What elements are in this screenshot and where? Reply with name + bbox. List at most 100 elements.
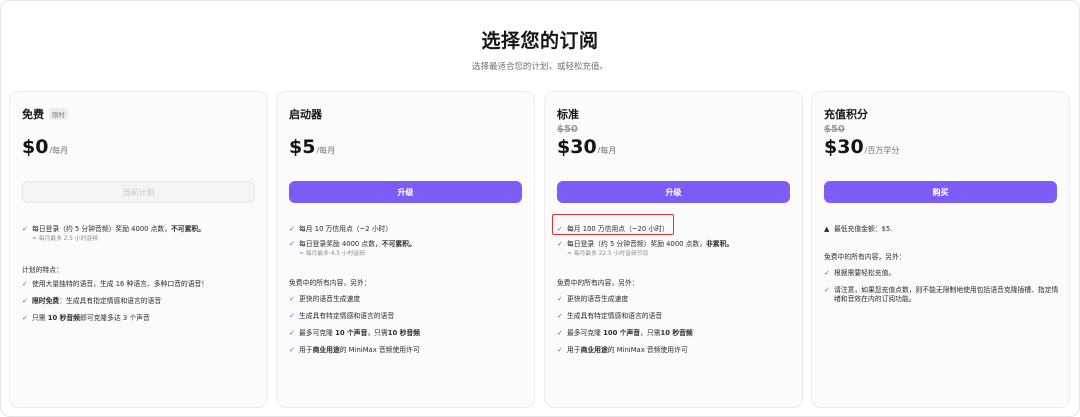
check-icon: ✓ [289, 225, 295, 233]
feature-text-part: 的 MiniMax 音频使用许可 [339, 346, 420, 354]
original-price: $50 [824, 124, 845, 135]
list-item: ✓ 每月 100 万信用点（~20 小时） [557, 225, 795, 234]
list-item: ✓ 用于商业用途的 MiniMax 音频使用许可 [289, 346, 527, 355]
feature-text-bold: 10 秒音频 [387, 329, 420, 337]
feature-text: 只需 10 秒音频即可克隆多达 3 个声音 [32, 314, 150, 323]
plan-card-topup: 充值积分 $50 $30 /百万学分 购买 ▲ 最低充值金额：$5. 免费中的所… [811, 91, 1070, 408]
feature-text-bold: 不可累积。 [171, 225, 205, 233]
check-icon: ✓ [557, 346, 563, 354]
upgrade-button[interactable]: 升级 [289, 181, 522, 203]
plan-period: /每月 [316, 146, 336, 155]
feature-text: 每月 10 万信用点（~2 小时） [299, 225, 393, 233]
check-icon: ✓ [22, 280, 28, 288]
plan-price: $30 [557, 136, 597, 158]
feature-text-part: 最多可克隆 [299, 329, 336, 337]
list-item: ✓ 每日登录（约 5 分钟音频）奖励 4000 点数，不可累积。 [22, 225, 260, 234]
plan-name: 启动器 [289, 108, 322, 121]
page-title: 选择您的订阅 [481, 30, 599, 52]
feature-text: 最低充值金额：$5. [834, 225, 893, 233]
feature-text-part: ：生成具有指定情感和语言的语音 [59, 297, 162, 305]
list-item: ✓ 只需 10 秒音频即可克隆多达 3 个声音 [22, 314, 260, 323]
feature-text: 最多可克隆 100 个声音，只需10 秒音频 [567, 329, 693, 338]
feature-text-part: 用于 [299, 346, 313, 354]
original-price: $50 [557, 124, 578, 135]
plan-price: $5 [289, 136, 316, 158]
list-item: ▲ 最低充值金额：$5. [824, 225, 1062, 234]
list-item: ✓ 使用大量独特的语音，生成 16 种语言、多种口音的语音！ [22, 280, 260, 289]
check-icon: ✓ [824, 286, 830, 294]
feature-text-part: 的 MiniMax 音频使用许可 [607, 346, 688, 354]
list-item: ✓ 请注意，如果您充值点数，则不能无限制地使用包括语音克隆插槽、指定情绪和音效在… [824, 286, 1062, 304]
feature-note: ≈ 每月最多 2.5 小时音频 [32, 236, 98, 242]
feature-text-bold: 非累积。 [706, 240, 734, 248]
feature-list: ✓ 每月 10 万信用点（~2 小时） ✓ 每日登录奖励 4000 点数，不可累… [289, 225, 527, 258]
check-icon: ✓ [557, 312, 563, 320]
check-icon: ✓ [557, 240, 563, 248]
extras-list: ✓ 更快的语音生成速度 ✓ 生成具有特定情感和语言的语音 ✓ 最多可克隆 10 … [289, 295, 527, 355]
buy-button[interactable]: 购买 [824, 181, 1057, 203]
feature-text: 每日登录（约 5 分钟音频）奖励 4000 点数，不可累积。 [32, 225, 205, 234]
feature-text: 生成具有特定情感和语言的语音 [299, 312, 395, 320]
feature-text-bold: 10 秒音频 [47, 314, 80, 322]
plan-card-starter: 启动器 $5 /每月 升级 ✓ 每月 10 万信用点（~2 小时） ✓ 每日登录… [276, 91, 535, 408]
feature-text-part: 用于 [567, 346, 581, 354]
extras-list: ✓ 使用大量独特的语音，生成 16 种语言、多种口音的语音！ ✓ 限时免费：生成… [22, 280, 260, 323]
feature-text: 请注意，如果您充值点数，则不能无限制地使用包括语音克隆插槽、指定情绪和音效在内的… [834, 286, 1059, 303]
current-plan-button[interactable]: 当前计划 [22, 181, 255, 203]
plan-period: /每月 [597, 146, 617, 155]
check-icon: ✓ [289, 346, 295, 354]
list-item: ✓ 更快的语音生成速度 [289, 295, 527, 304]
feature-text: 最多可克隆 10 个声音，只需10 秒音频 [299, 329, 420, 338]
feature-list: ▲ 最低充值金额：$5. [824, 225, 1062, 234]
feature-text: 根据需要轻松充值。 [834, 269, 896, 277]
plan-period: /百万学分 [864, 146, 900, 155]
check-icon: ✓ [289, 329, 295, 337]
check-icon: ✓ [557, 295, 563, 303]
feature-text-bold: 100 个声音 [603, 329, 641, 337]
section-label: 计划的特点： [22, 266, 63, 274]
check-icon: ✓ [289, 312, 295, 320]
feature-text-bold: 限时免费 [32, 297, 60, 305]
list-item: ✓ 根据需要轻松充值。 [824, 269, 1062, 278]
feature-text-part: 只需 [32, 314, 48, 322]
check-icon: ✓ [289, 295, 295, 303]
section-label: 免费中的所有内容，另外： [557, 279, 639, 287]
warning-icon: ▲ [824, 225, 830, 233]
check-icon: ✓ [557, 225, 563, 233]
feature-text-bold: 商业用途 [312, 346, 340, 354]
check-icon: ✓ [824, 269, 830, 277]
feature-text-bold: 不可累积。 [381, 240, 416, 248]
feature-text-bold: 10 秒音频 [660, 329, 693, 337]
check-icon: ✓ [22, 297, 28, 305]
feature-text: 每月 100 万信用点（~20 小时） [567, 225, 669, 233]
feature-text: 使用大量独特的语音，生成 16 种语言、多种口音的语音！ [32, 280, 209, 288]
list-item: ✓ 更快的语音生成速度 [557, 295, 795, 304]
section-label: 免费中的所有内容，另外： [289, 279, 371, 287]
feature-text-part: 每日登录（约 5 分钟音频）奖励 4000 点数， [32, 225, 172, 233]
feature-text-part: 最多可克隆 [567, 329, 604, 337]
plan-name: 标准 [557, 108, 579, 121]
page-subtitle: 选择最适合您的计划，或轻松充值。 [471, 62, 608, 72]
price-row: $30 /百万学分 [824, 136, 899, 158]
plan-card-free: 免费 限时 $0 /每月 当前计划 ✓ 每日登录（约 5 分钟音频）奖励 400… [9, 91, 268, 408]
plan-period: /每月 [49, 146, 69, 155]
feature-text: 每日登录奖励 4000 点数，不可累积。 [299, 240, 416, 249]
plan-name: 充值积分 [824, 108, 868, 121]
list-item: ✓ 最多可克隆 100 个声音，只需10 秒音频 [557, 329, 795, 338]
feature-note: ≈ 每月最多 22.5 小时音频节目 [567, 251, 649, 257]
list-item: ✓ 每日登录（约 5 分钟音频）奖励 4000 点数，非累积。 [557, 240, 795, 249]
plan-name: 免费 [22, 108, 44, 121]
list-item: ✓ 每日登录奖励 4000 点数，不可累积。 [289, 240, 527, 249]
feature-text-part: 每日登录奖励 4000 点数， [299, 240, 382, 248]
feature-text-bold: 商业用途 [580, 346, 608, 354]
check-icon: ✓ [289, 240, 295, 248]
plan-price: $30 [824, 136, 864, 158]
feature-text-bold: 10 个声音 [335, 329, 368, 337]
list-item: ✓ 生成具有特定情感和语言的语音 [557, 312, 795, 321]
upgrade-button[interactable]: 升级 [557, 181, 790, 203]
check-icon: ✓ [557, 329, 563, 337]
feature-text: 更快的语音生成速度 [567, 295, 629, 303]
list-item: ✓ 限时免费：生成具有指定情感和语言的语音 [22, 297, 260, 306]
check-icon: ✓ [22, 314, 28, 322]
check-icon: ✓ [22, 225, 28, 233]
